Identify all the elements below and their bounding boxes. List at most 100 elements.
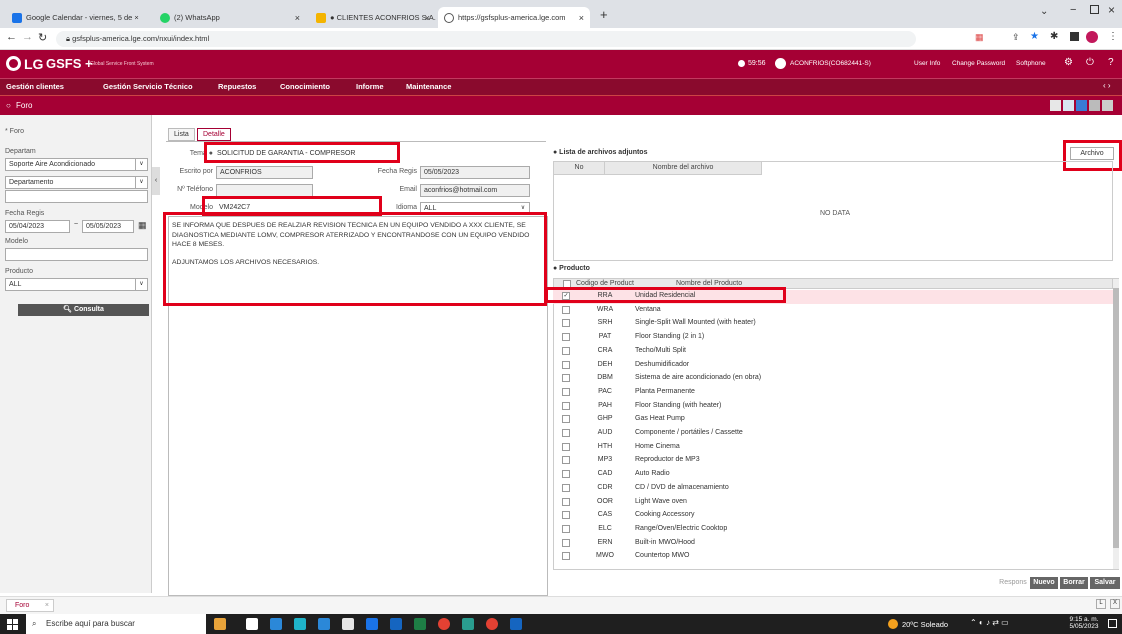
- responder-button[interactable]: Respons: [998, 577, 1028, 589]
- table-row[interactable]: CRA Techo/Multi Split: [553, 345, 1113, 359]
- minimize-button[interactable]: −: [1070, 4, 1076, 16]
- menu-informe[interactable]: Informe: [356, 82, 384, 91]
- producto-select[interactable]: ALL ∨: [5, 278, 148, 291]
- row-checkbox[interactable]: [562, 524, 570, 533]
- tray-icons[interactable]: ⌃ ◐ ♪ ⇄ ▭: [970, 618, 1009, 627]
- calendar-icon[interactable]: ▦: [138, 220, 147, 231]
- extension-icon[interactable]: ▦: [975, 32, 984, 43]
- table-row[interactable]: PAT Floor Standing (2 in 1): [553, 331, 1113, 345]
- row-checkbox[interactable]: [562, 387, 570, 396]
- menu-scroll-arrows[interactable]: ‹ ›: [1103, 81, 1111, 90]
- toolbar-icon-5[interactable]: [1102, 100, 1113, 111]
- table-row[interactable]: GHP Gas Heat Pump: [553, 413, 1113, 427]
- sidebar-icon[interactable]: [1070, 32, 1079, 41]
- row-checkbox[interactable]: [562, 497, 570, 506]
- nuevo-button[interactable]: Nuevo: [1030, 577, 1058, 589]
- menu-gestion-servicio-tecnico[interactable]: Gestión Servicio Técnico: [103, 82, 193, 91]
- departamento-input[interactable]: [5, 190, 148, 203]
- change-password-link[interactable]: Change Password: [952, 60, 1005, 67]
- row-checkbox[interactable]: [562, 346, 570, 355]
- menu-repuestos[interactable]: Repuestos: [218, 82, 256, 91]
- toolbar-icon-3[interactable]: [1076, 100, 1087, 111]
- close-window-button[interactable]: ×: [1108, 3, 1115, 17]
- new-tab-button[interactable]: +: [600, 7, 608, 22]
- panel-close-icon[interactable]: X: [1110, 599, 1120, 609]
- collapse-panel-handle[interactable]: ‹: [152, 167, 160, 195]
- table-row[interactable]: PAH Floor Standing (with heater): [553, 400, 1113, 414]
- table-row[interactable]: SRH Single-Split Wall Mounted (with heate…: [553, 317, 1113, 331]
- row-checkbox[interactable]: [562, 511, 570, 520]
- taskbar-app-3-icon[interactable]: [318, 618, 330, 630]
- row-checkbox[interactable]: [562, 429, 570, 437]
- consulta-button[interactable]: 🔍︎ Consulta: [18, 304, 149, 316]
- url-field[interactable]: 🔒︎ gsfsplus-america.lge.com/nxui/index.h…: [56, 31, 916, 47]
- row-checkbox[interactable]: [562, 319, 570, 328]
- tab-search-icon[interactable]: ⌄: [1040, 6, 1048, 17]
- toolbar-icon-1[interactable]: [1050, 100, 1061, 111]
- tab-detalle[interactable]: Detalle: [197, 128, 231, 141]
- excel-icon[interactable]: [414, 618, 426, 630]
- word-icon-2[interactable]: [510, 618, 522, 630]
- share-icon[interactable]: ⇪: [1012, 32, 1020, 43]
- row-checkbox[interactable]: [562, 442, 570, 451]
- close-tab-icon[interactable]: ×: [579, 13, 584, 23]
- table-row[interactable]: DEH Deshumidificador: [553, 359, 1113, 373]
- taskbar-weather-image[interactable]: [214, 618, 226, 630]
- taskbar-app-9-icon[interactable]: [462, 618, 474, 630]
- weather-text[interactable]: 20ºC Soleado: [902, 620, 948, 629]
- fecha-to-input[interactable]: 05/05/2023: [82, 220, 134, 233]
- taskbar-search[interactable]: ⌕ Escribe aquí para buscar: [26, 614, 206, 634]
- browser-tab-whatsapp[interactable]: (2) WhatsApp ×: [154, 7, 306, 28]
- browser-tab-clientes[interactable]: ● CLIENTES ACONFRIOS S.A.S. - ×: [310, 7, 436, 28]
- table-row[interactable]: WRA Ventana: [553, 304, 1113, 318]
- taskbar-app-1-icon[interactable]: [270, 618, 282, 630]
- edge-icon[interactable]: [294, 618, 306, 630]
- tab-lista[interactable]: Lista: [168, 128, 195, 141]
- row-checkbox[interactable]: [562, 415, 570, 424]
- taskview-icon[interactable]: [246, 618, 258, 630]
- browser-tab-calendar[interactable]: Google Calendar - viernes, 5 de ×: [6, 7, 151, 28]
- user-info-link[interactable]: User Info: [914, 60, 940, 67]
- row-checkbox[interactable]: [562, 305, 570, 314]
- row-checkbox[interactable]: [562, 552, 570, 561]
- row-checkbox[interactable]: [562, 456, 570, 465]
- fecha-from-input[interactable]: 05/04/2023: [5, 220, 70, 233]
- departamento-select[interactable]: Soporte Aire Acondicionado ∨: [5, 158, 148, 171]
- row-checkbox[interactable]: [562, 470, 570, 479]
- power-icon[interactable]: ⏻︎: [1086, 57, 1094, 68]
- table-row[interactable]: OOR Light Wave oven: [553, 496, 1113, 510]
- table-row[interactable]: HTH Home Cinema: [553, 441, 1113, 455]
- toolbar-icon-2[interactable]: [1063, 100, 1074, 111]
- profile-avatar[interactable]: [1086, 31, 1098, 43]
- word-icon[interactable]: [390, 618, 402, 630]
- row-checkbox[interactable]: [562, 333, 570, 342]
- table-row[interactable]: AUD Componente / portátiles / Cassette: [553, 427, 1113, 441]
- close-tab-icon[interactable]: ×: [295, 13, 300, 23]
- windows-start-icon[interactable]: [7, 619, 18, 630]
- table-row[interactable]: ELC Range/Oven/Electric Cooktop: [553, 523, 1113, 537]
- bottom-tab-foro[interactable]: Foro ×: [6, 599, 54, 612]
- help-icon[interactable]: ?: [1108, 57, 1114, 68]
- back-icon[interactable]: ←: [6, 31, 17, 43]
- toolbar-icon-4[interactable]: [1089, 100, 1100, 111]
- menu-conocimiento[interactable]: Conocimiento: [280, 82, 330, 91]
- taskbar-app-4-icon[interactable]: [342, 618, 354, 630]
- table-row[interactable]: MP3 Reproductor de MP3: [553, 454, 1113, 468]
- bookmark-star-icon[interactable]: ★: [1030, 31, 1039, 42]
- departamento-2-select[interactable]: Departamento ∨: [5, 176, 148, 189]
- row-checkbox[interactable]: [562, 360, 570, 369]
- chrome-icon[interactable]: [438, 618, 450, 630]
- close-tab-icon[interactable]: ×: [425, 13, 430, 23]
- row-checkbox[interactable]: [562, 401, 570, 410]
- kebab-menu-icon[interactable]: ⋮: [1108, 31, 1118, 42]
- salvar-button[interactable]: Salvar: [1090, 577, 1120, 589]
- modelo-input[interactable]: [5, 248, 148, 261]
- menu-gestion-clientes[interactable]: Gestión clientes: [6, 82, 64, 91]
- panel-restore-icon[interactable]: L: [1096, 599, 1106, 609]
- email-input[interactable]: aconfrios@hotmail.com: [420, 184, 530, 197]
- table-row[interactable]: CDR CD / DVD de almacenamiento: [553, 482, 1113, 496]
- forward-icon[interactable]: →: [22, 31, 33, 43]
- row-checkbox[interactable]: [562, 538, 570, 547]
- table-row[interactable]: DBM Sistema de aire acondicionado (en obr…: [553, 372, 1113, 386]
- extensions-puzzle-icon[interactable]: ✱: [1050, 31, 1058, 42]
